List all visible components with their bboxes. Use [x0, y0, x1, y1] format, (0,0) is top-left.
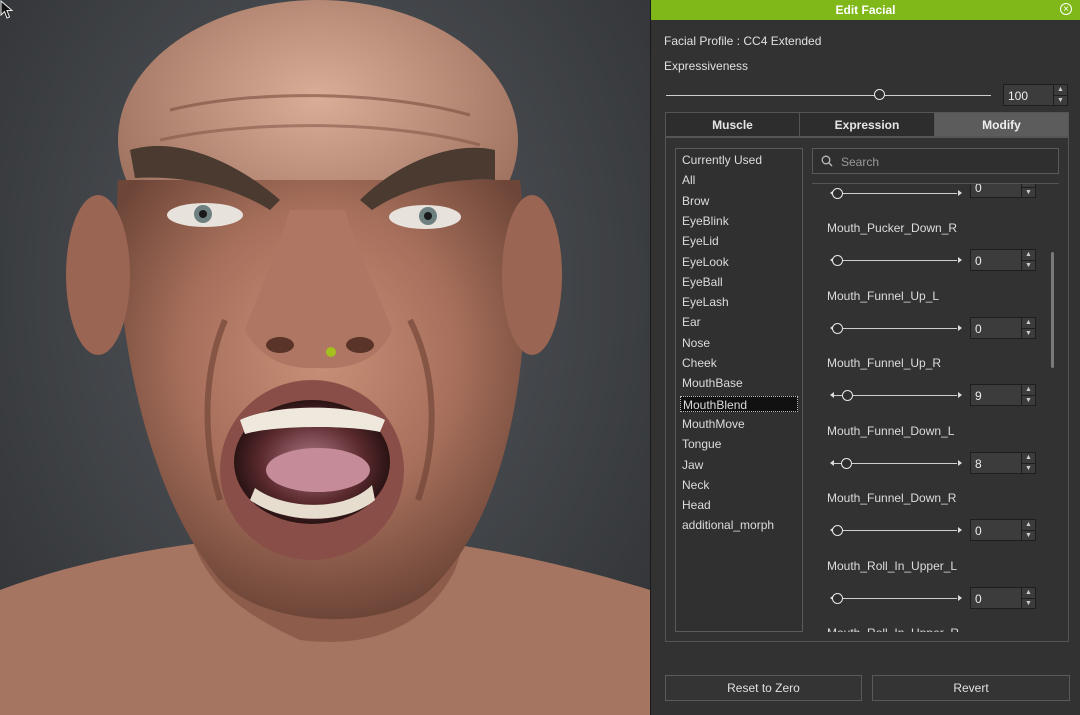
value-spinbox[interactable]: 0 ▲ ▼ — [970, 586, 1036, 609]
category-item[interactable]: MouthMove — [680, 416, 747, 432]
slider-knob[interactable] — [832, 255, 843, 266]
category-item[interactable]: Brow — [680, 193, 711, 209]
morph-value: 9 — [975, 389, 982, 403]
value-spinbox[interactable]: 0 ▲ ▼ — [970, 316, 1036, 339]
category-item[interactable]: EyeBlink — [680, 213, 731, 229]
slider-knob[interactable] — [842, 390, 854, 401]
category-item[interactable]: EyeLook — [680, 254, 731, 270]
morph-slider-label: Mouth_Roll_In_Upper_L — [827, 558, 958, 573]
increment-icon[interactable] — [958, 257, 962, 263]
value-spinbox[interactable]: 8 ▲ ▼ — [970, 451, 1036, 474]
panel-titlebar: Edit Facial × — [651, 0, 1080, 20]
category-item[interactable]: EyeBall — [680, 274, 725, 290]
mouse-cursor-icon — [0, 0, 14, 19]
increment-icon[interactable] — [958, 324, 962, 331]
category-item[interactable]: MouthBlend — [680, 395, 798, 412]
value-spinbox[interactable]: 0 ▲ ▼ — [970, 184, 1036, 198]
increment-icon[interactable] — [958, 459, 962, 466]
expressiveness-value: 100 — [1008, 89, 1029, 103]
morph-slider-list[interactable]: 0 ▲ ▼ Mouth_Pucker_Down_R0▲▼Mouth_Funnel… — [812, 184, 1052, 632]
slider-knob[interactable] — [832, 322, 843, 334]
increment-icon[interactable] — [958, 527, 962, 533]
spin-down-icon[interactable]: ▼ — [1022, 187, 1035, 198]
search-icon — [821, 155, 833, 167]
category-item[interactable]: EyeLid — [680, 233, 721, 249]
value-spinbox[interactable]: 0 ▲ ▼ — [970, 249, 1036, 271]
category-item[interactable]: Head — [680, 497, 713, 513]
spin-up-icon[interactable]: ▲ — [1054, 85, 1067, 95]
morph-value: 8 — [975, 456, 982, 471]
category-list[interactable]: Currently Used All Brow EyeBlink EyeLid EyeLo… — [675, 148, 803, 632]
value-spinbox[interactable]: 0 ▲ ▼ — [970, 519, 1036, 541]
morph-value: 0 — [975, 591, 982, 606]
search-placeholder: Search — [841, 155, 880, 169]
spin-down-icon[interactable]: ▼ — [1022, 530, 1035, 541]
category-item[interactable]: EyeLash — [680, 294, 731, 310]
slider-track[interactable] — [834, 327, 957, 329]
spin-down-icon[interactable]: ▼ — [1022, 327, 1035, 339]
morph-slider-label: Mouth_Funnel_Down_R — [827, 491, 957, 505]
slider-track[interactable] — [834, 462, 957, 464]
edit-facial-panel: Edit Facial × Facial Profile : CC4 Exten… — [650, 0, 1080, 715]
tab-bar: Muscle Expression Modify — [665, 112, 1069, 138]
category-item[interactable]: additional_morph — [680, 517, 776, 533]
spin-up-icon[interactable]: ▲ — [1022, 250, 1035, 260]
slider-track[interactable] — [834, 597, 957, 599]
morph-slider-label: Mouth_Roll_In_Upper_R — [827, 626, 959, 632]
category-item[interactable]: All — [680, 172, 697, 188]
facial-profile-label: Facial Profile : CC4 Extended — [664, 34, 822, 48]
increment-icon[interactable] — [958, 594, 962, 601]
search-input[interactable]: Search — [812, 148, 1059, 174]
slider-knob[interactable] — [832, 525, 843, 536]
spin-down-icon[interactable]: ▼ — [1022, 462, 1035, 474]
expressiveness-spinbox[interactable]: 100 ▲ ▼ — [1003, 84, 1068, 106]
category-item[interactable]: Ear — [680, 314, 703, 330]
spin-down-icon[interactable]: ▼ — [1022, 395, 1035, 406]
category-item[interactable]: Tongue — [680, 436, 723, 452]
tab-muscle[interactable]: Muscle — [665, 112, 800, 137]
panel-title: Edit Facial — [835, 3, 896, 17]
spin-down-icon[interactable]: ▼ — [1022, 597, 1035, 609]
spin-down-icon[interactable]: ▼ — [1022, 260, 1035, 271]
spin-up-icon[interactable]: ▲ — [1022, 588, 1035, 598]
tab-expression[interactable]: Expression — [799, 112, 935, 137]
reset-to-zero-button[interactable]: Reset to Zero — [665, 675, 862, 701]
morph-value: 0 — [975, 321, 982, 336]
spin-up-icon[interactable]: ▲ — [1022, 318, 1035, 328]
morph-value: 0 — [975, 254, 982, 268]
category-item[interactable]: MouthBase — [680, 375, 745, 391]
slider-track[interactable] — [834, 530, 957, 531]
spin-up-icon[interactable]: ▲ — [1022, 453, 1035, 463]
morph-value: 0 — [975, 524, 982, 538]
value-spinbox[interactable]: 9 ▲ ▼ — [970, 384, 1036, 406]
morph-slider-label: Mouth_Pucker_Down_R — [827, 221, 958, 235]
category-item[interactable]: Nose — [680, 335, 712, 351]
tab-modify[interactable]: Modify — [934, 112, 1069, 137]
slider-knob[interactable] — [840, 457, 852, 469]
morph-slider-label: Mouth_Funnel_Down_L — [827, 423, 955, 438]
slider-knob[interactable] — [832, 592, 843, 604]
slider-knob[interactable] — [832, 188, 843, 199]
increment-icon[interactable] — [958, 190, 962, 196]
category-item[interactable]: Currently Used — [680, 152, 764, 168]
revert-button[interactable]: Revert — [872, 675, 1070, 701]
spin-down-icon[interactable]: ▼ — [1054, 95, 1067, 106]
morph-slider-label: Mouth_Funnel_Up_L — [827, 288, 940, 303]
morph-slider-label: Mouth_Funnel_Up_R — [827, 356, 942, 370]
category-item[interactable]: Neck — [680, 477, 711, 493]
expressiveness-label: Expressiveness — [664, 59, 749, 73]
category-item[interactable]: Jaw — [680, 457, 705, 473]
increment-icon[interactable] — [958, 392, 962, 398]
3d-viewport[interactable] — [0, 0, 650, 715]
expressiveness-slider-knob[interactable] — [874, 89, 885, 100]
spin-up-icon[interactable]: ▲ — [1022, 520, 1035, 530]
spin-up-icon[interactable]: ▲ — [1022, 385, 1035, 395]
scrollbar[interactable] — [1051, 252, 1054, 368]
category-item[interactable]: Cheek — [680, 355, 719, 371]
character-render — [0, 0, 650, 715]
expressiveness-slider-track[interactable] — [666, 95, 991, 96]
close-icon[interactable]: × — [1060, 3, 1072, 15]
slider-track[interactable] — [834, 260, 957, 261]
